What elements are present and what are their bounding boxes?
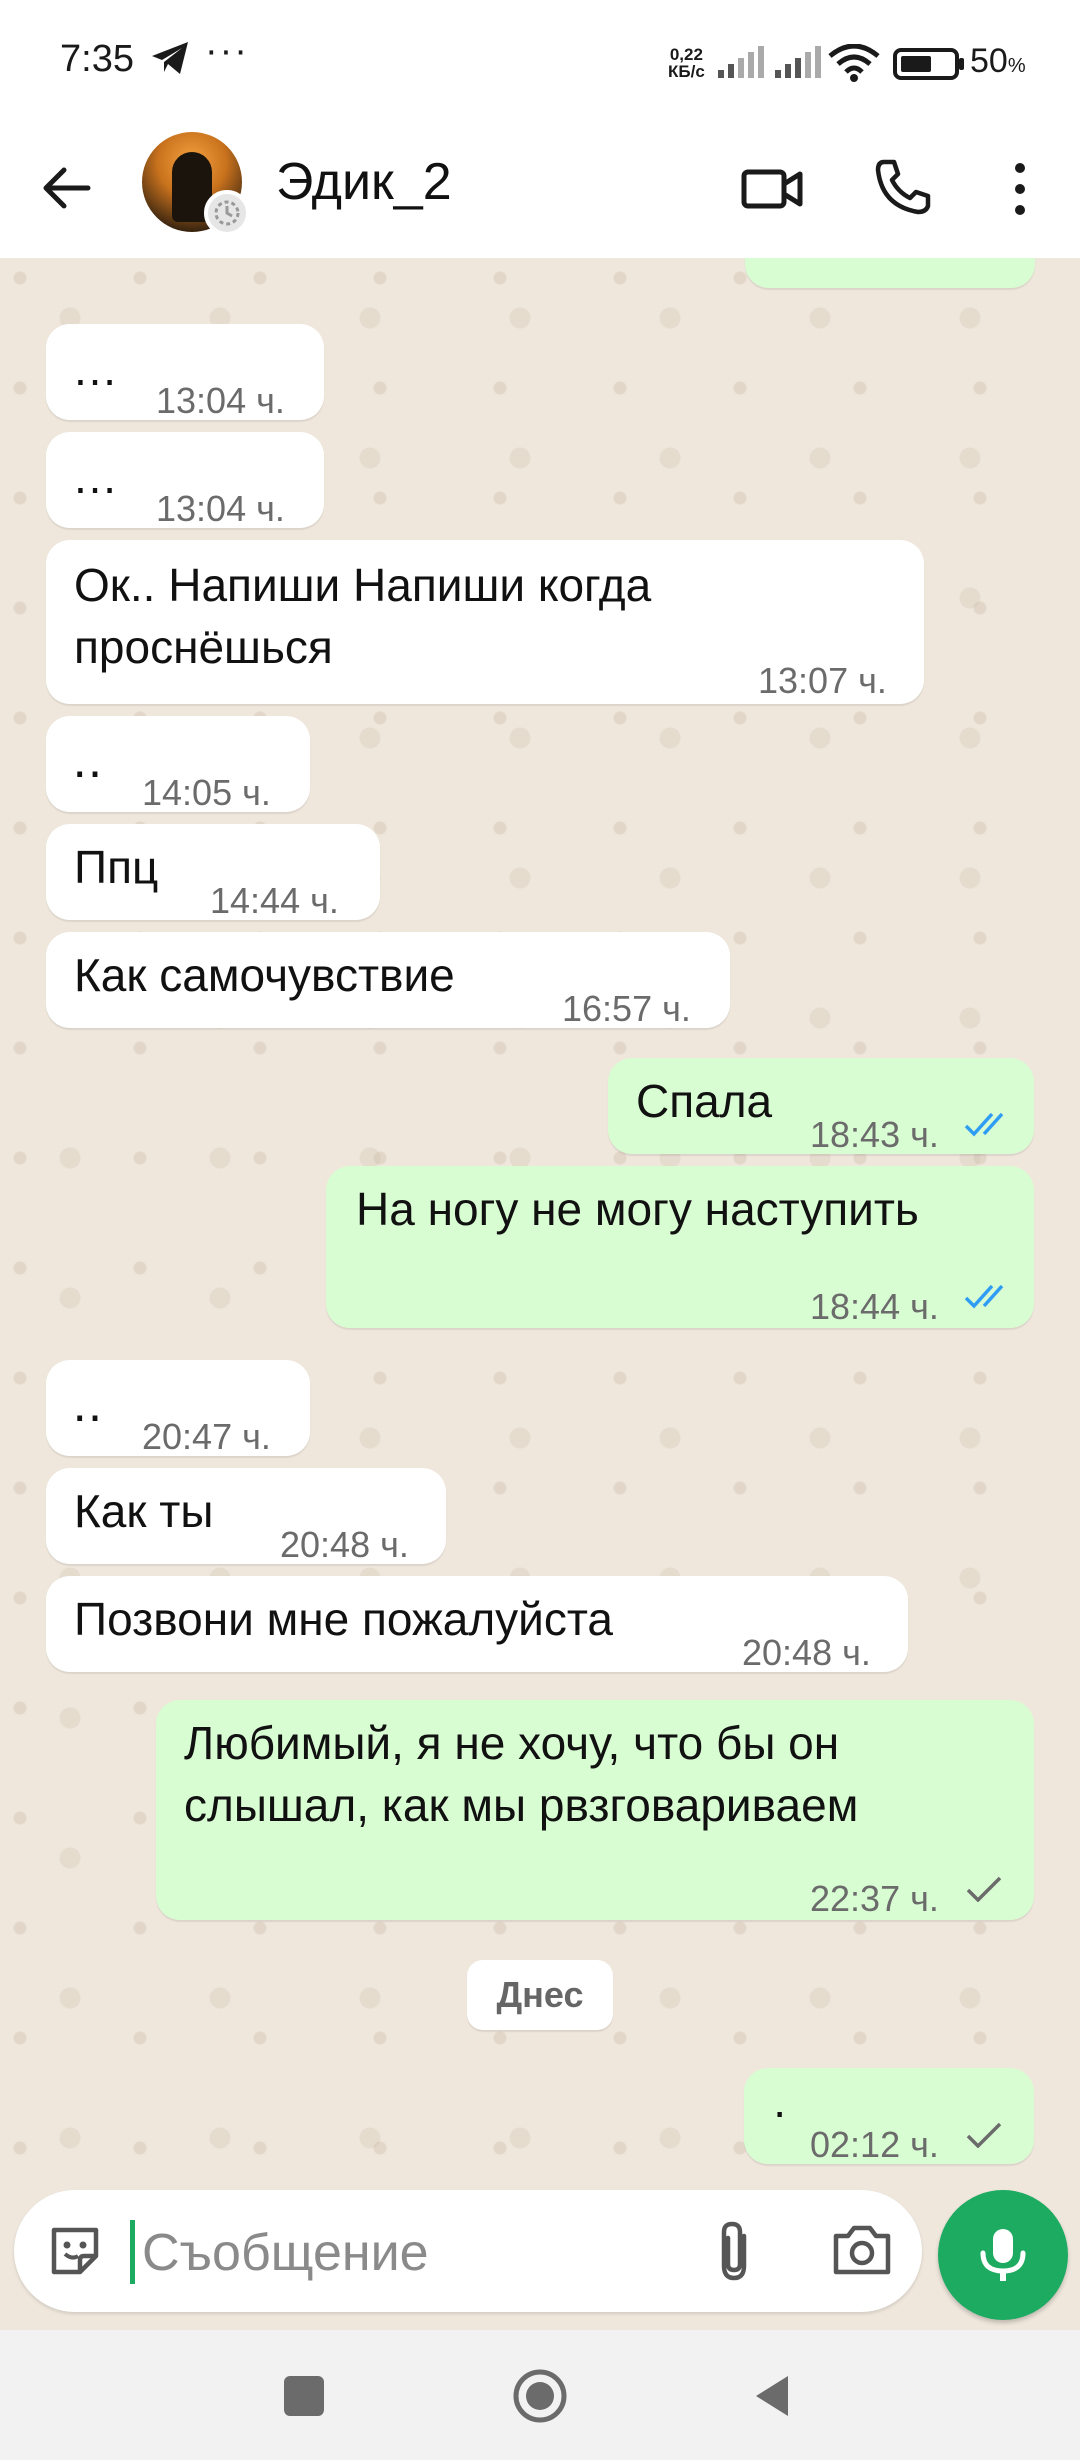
message-text: Ппц <box>74 841 159 893</box>
message-bubble-outgoing[interactable]: · 02:12 ч. <box>744 2068 1034 2165</box>
message-time: 13:04 ч. <box>156 488 285 529</box>
message-text: … <box>72 451 118 503</box>
message-time: 18:43 ч. <box>810 1114 939 1155</box>
signal-2-icon <box>775 46 821 78</box>
text-cursor <box>130 2220 135 2284</box>
message-composer <box>14 2190 922 2312</box>
message-bubble-outgoing[interactable]: На ногу не могу наступить 18:44 ч. <box>326 1166 1034 1328</box>
message-bubble-incoming[interactable]: ‥ 20:47 ч. <box>46 1360 310 1457</box>
recents-button[interactable] <box>284 2376 324 2416</box>
read-double-tick-icon <box>964 1284 1004 1309</box>
wifi-icon <box>828 44 880 82</box>
message-text: Позвони мне пожалуйста <box>74 1593 613 1645</box>
battery-value: 50 <box>970 42 1008 80</box>
read-double-tick-icon <box>964 1112 1004 1137</box>
system-nav-bar <box>0 2330 1080 2460</box>
video-call-icon[interactable] <box>740 156 806 222</box>
battery-percent: 50% <box>970 42 1026 81</box>
message-bubble-incoming[interactable]: Как самочувствие 16:57 ч. <box>46 932 730 1029</box>
camera-icon[interactable] <box>830 2220 894 2280</box>
status-badge <box>204 190 250 236</box>
message-time: 20:48 ч. <box>280 1524 409 1565</box>
more-vert-icon[interactable] <box>1000 156 1040 222</box>
message-text: Как ты <box>74 1485 214 1537</box>
message-text: Спала <box>636 1075 773 1127</box>
message-text: Ок.. Напиши Напиши когда проснёшься <box>74 559 652 673</box>
date-separator: Днес <box>467 1960 613 2030</box>
message-time: 18:44 ч. <box>810 1286 939 1327</box>
message-bubble-outgoing[interactable]: Любимый, я не хочу, что бы он слышал, ка… <box>156 1700 1034 1920</box>
message-time: 14:05 ч. <box>142 772 271 813</box>
message-bubble-incoming[interactable]: … 13:04 ч. <box>46 324 324 421</box>
message-text: ‥ <box>72 735 103 787</box>
message-time: 20:47 ч. <box>142 1416 271 1457</box>
sent-tick-icon <box>966 1876 1002 1902</box>
message-time: 14:44 ч. <box>210 880 339 921</box>
message-text: Как самочувствие <box>74 949 455 1001</box>
message-time: 02:12 ч. <box>810 2124 939 2165</box>
message-text: ‥ <box>72 1379 103 1431</box>
back-arrow-icon[interactable] <box>38 160 94 216</box>
chat-area[interactable]: 09:39 ч. … 13:04 ч. … 13:04 ч. Ок.. Напи… <box>0 258 1080 2188</box>
sent-tick-icon <box>966 2122 1002 2148</box>
message-input[interactable] <box>140 2214 684 2292</box>
battery-unit: % <box>1007 55 1026 77</box>
microphone-icon <box>980 2229 1026 2281</box>
contact-name[interactable]: Эдик_2 <box>276 152 452 212</box>
message-text: Любимый, я не хочу, что бы он слышал, ка… <box>184 1717 859 1831</box>
paperclip-icon[interactable] <box>706 2218 766 2284</box>
more-notifications-icon: ··· <box>205 30 249 72</box>
network-speed-unit: КБ/с <box>668 62 705 81</box>
status-bar: 7:35 ··· 0,22 КБ/с 50% <box>0 0 1080 120</box>
message-bubble-incoming[interactable]: … 13:04 ч. <box>46 432 324 529</box>
message-bubble-incoming[interactable]: ‥ 14:05 ч. <box>46 716 310 813</box>
message-bubble-incoming[interactable]: Позвони мне пожалуйста 20:48 ч. <box>46 1576 908 1673</box>
message-bubble-incoming[interactable]: Как ты 20:48 ч. <box>46 1468 446 1565</box>
message-text: · <box>772 2085 788 2137</box>
back-triangle-icon[interactable] <box>752 2372 792 2420</box>
home-button[interactable] <box>510 2366 570 2426</box>
message-bubble-outgoing[interactable]: 09:39 ч. <box>745 258 1035 288</box>
message-time: 22:37 ч. <box>810 1878 939 1919</box>
message-text: … <box>72 343 118 395</box>
mic-button[interactable] <box>938 2190 1068 2320</box>
sticker-icon[interactable] <box>44 2220 106 2282</box>
phone-icon[interactable] <box>872 156 934 218</box>
message-time: 16:57 ч. <box>562 988 691 1029</box>
message-bubble-incoming[interactable]: Ппц 14:44 ч. <box>46 824 380 921</box>
network-speed-value: 0,22 <box>669 45 703 64</box>
message-time: 13:04 ч. <box>156 380 285 421</box>
message-time: 20:48 ч. <box>742 1632 871 1673</box>
clock-icon <box>214 200 240 226</box>
network-speed: 0,22 КБ/с <box>668 46 705 80</box>
status-time: 7:35 <box>60 38 134 80</box>
signal-icon <box>718 46 764 78</box>
battery-icon <box>893 48 964 80</box>
message-bubble-outgoing[interactable]: Спала 18:43 ч. <box>608 1058 1034 1155</box>
chat-header: Эдик_2 <box>0 120 1080 259</box>
telegram-icon <box>152 42 188 74</box>
message-time: 13:07 ч. <box>758 660 887 701</box>
message-bubble-incoming[interactable]: Ок.. Напиши Напиши когда проснёшься 13:0… <box>46 540 924 704</box>
message-time: 09:39 ч. <box>807 258 936 274</box>
message-text: На ногу не могу наступить <box>356 1183 919 1235</box>
